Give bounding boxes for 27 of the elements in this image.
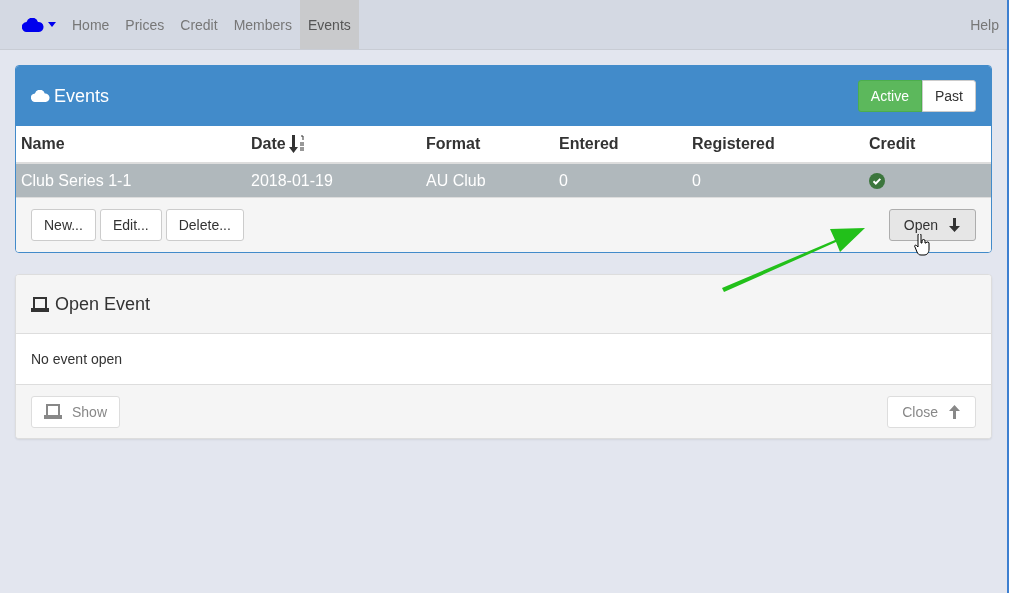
up-arrow-icon <box>948 404 961 419</box>
table-cell-text: AU Club <box>426 171 487 190</box>
table-cell-text: 0 <box>559 171 569 190</box>
table-cell-text: 0 <box>692 171 702 190</box>
column-header[interactable]: Date <box>251 135 426 153</box>
column-header[interactable]: Entered <box>559 135 692 153</box>
column-header[interactable]: Credit <box>869 135 986 153</box>
column-header[interactable]: Registered <box>692 135 869 153</box>
nav-link[interactable]: Events <box>300 0 359 49</box>
panel-title: Open Event <box>55 293 151 315</box>
panel-title: Events <box>54 85 110 107</box>
action-button[interactable]: New... <box>31 209 96 241</box>
status-message: No event open <box>16 334 991 384</box>
action-button[interactable]: Edit... <box>99 209 162 241</box>
action-button[interactable]: Delete... <box>165 209 244 241</box>
caret-icon <box>48 22 56 27</box>
laptop-icon <box>44 404 62 419</box>
table-cell-text: Club Series 1-1 <box>21 171 133 190</box>
column-header[interactable]: Format <box>426 135 559 153</box>
cloud-icon <box>31 90 50 102</box>
table-cell-text: 2018-01-19 <box>251 171 334 190</box>
laptop-icon <box>31 296 49 312</box>
open-button[interactable]: Open <box>888 209 976 241</box>
column-header[interactable]: Name <box>21 135 251 153</box>
cloud-icon <box>22 17 44 32</box>
filter-toggle[interactable]: Past <box>922 80 976 112</box>
down-arrow-icon <box>948 218 961 232</box>
